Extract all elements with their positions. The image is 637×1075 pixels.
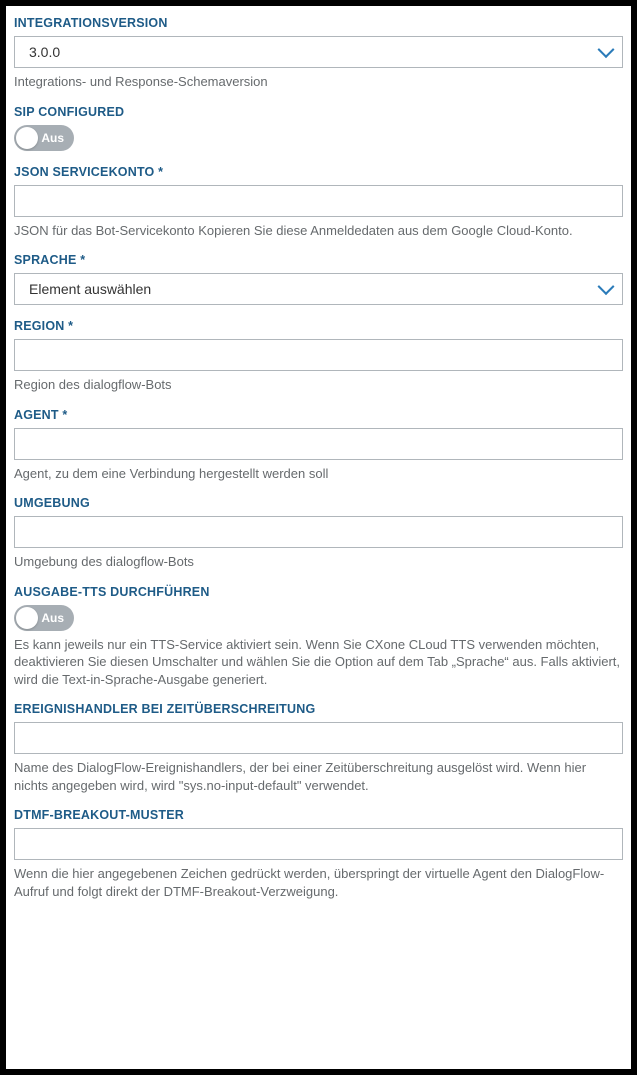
input-json-servicekonto[interactable]: [14, 185, 623, 217]
field-sip-configured: SIP CONFIGURED Aus: [14, 105, 623, 151]
label-dtmf: DTMF-BREAKOUT-MUSTER: [14, 808, 623, 822]
form-container: INTEGRATIONSVERSION 3.0.0 Integrations- …: [6, 6, 631, 1069]
helper-ausgabe-tts: Es kann jeweils nur ein TTS-Service akti…: [14, 636, 623, 689]
toggle-ausgabe-tts[interactable]: Aus: [14, 605, 74, 631]
helper-region: Region des dialogflow-Bots: [14, 376, 623, 394]
helper-agent: Agent, zu dem eine Verbindung hergestell…: [14, 465, 623, 483]
field-json-servicekonto: JSON SERVICEKONTO * JSON für das Bot-Ser…: [14, 165, 623, 240]
field-dtmf: DTMF-BREAKOUT-MUSTER Wenn die hier angeg…: [14, 808, 623, 900]
input-region[interactable]: [14, 339, 623, 371]
field-sprache: SPRACHE * Element auswählen: [14, 253, 623, 305]
label-ereignishandler: EREIGNISHANDLER BEI ZEITÜBERSCHREITUNG: [14, 702, 623, 716]
toggle-text: Aus: [41, 131, 64, 145]
toggle-knob-icon: [16, 607, 38, 629]
label-sip-configured: SIP CONFIGURED: [14, 105, 623, 119]
label-json-servicekonto: JSON SERVICEKONTO *: [14, 165, 623, 179]
helper-umgebung: Umgebung des dialogflow-Bots: [14, 553, 623, 571]
helper-json-servicekonto: JSON für das Bot-Servicekonto Kopieren S…: [14, 222, 623, 240]
field-ausgabe-tts: AUSGABE-TTS DURCHFÜHREN Aus Es kann jewe…: [14, 585, 623, 689]
field-agent: AGENT * Agent, zu dem eine Verbindung he…: [14, 408, 623, 483]
label-ausgabe-tts: AUSGABE-TTS DURCHFÜHREN: [14, 585, 623, 599]
field-region: REGION * Region des dialogflow-Bots: [14, 319, 623, 394]
select-integrationsversion[interactable]: 3.0.0: [14, 36, 623, 68]
helper-dtmf: Wenn die hier angegebenen Zeichen gedrüc…: [14, 865, 623, 900]
field-integrationsversion: INTEGRATIONSVERSION 3.0.0 Integrations- …: [14, 16, 623, 91]
toggle-text: Aus: [41, 611, 64, 625]
label-umgebung: UMGEBUNG: [14, 496, 623, 510]
select-value: 3.0.0: [29, 44, 60, 60]
toggle-sip-configured[interactable]: Aus: [14, 125, 74, 151]
helper-integrationsversion: Integrations- und Response-Schemaversion: [14, 73, 623, 91]
label-agent: AGENT *: [14, 408, 623, 422]
label-sprache: SPRACHE *: [14, 253, 623, 267]
toggle-knob-icon: [16, 127, 38, 149]
input-agent[interactable]: [14, 428, 623, 460]
helper-ereignishandler: Name des DialogFlow-Ereignishandlers, de…: [14, 759, 623, 794]
field-ereignishandler: EREIGNISHANDLER BEI ZEITÜBERSCHREITUNG N…: [14, 702, 623, 794]
label-integrationsversion: INTEGRATIONSVERSION: [14, 16, 623, 30]
select-value: Element auswählen: [29, 281, 151, 297]
input-ereignishandler[interactable]: [14, 722, 623, 754]
select-sprache[interactable]: Element auswählen: [14, 273, 623, 305]
label-region: REGION *: [14, 319, 623, 333]
input-umgebung[interactable]: [14, 516, 623, 548]
input-dtmf[interactable]: [14, 828, 623, 860]
field-umgebung: UMGEBUNG Umgebung des dialogflow-Bots: [14, 496, 623, 571]
